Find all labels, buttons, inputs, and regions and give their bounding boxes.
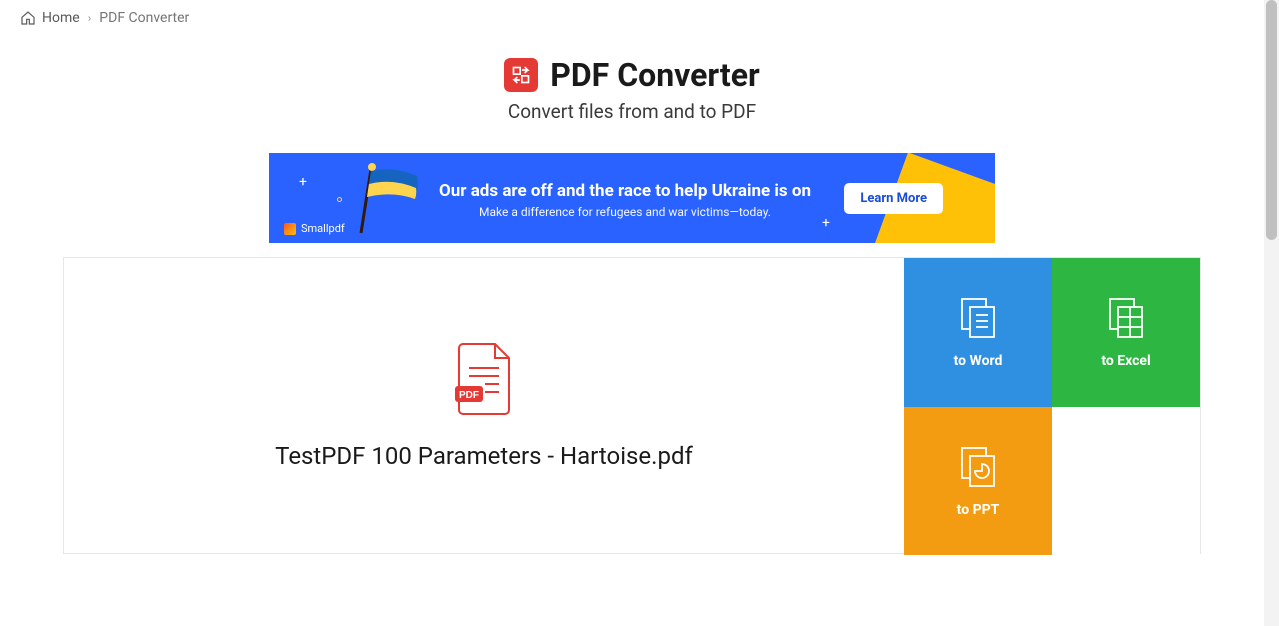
page-title: PDF Converter (550, 56, 759, 94)
decoration-plus: + (822, 215, 830, 231)
conversion-options: to Word to Excel to PPT (904, 258, 1200, 553)
page-subtitle: Convert files from and to PDF (0, 100, 1264, 123)
breadcrumb: Home › PDF Converter (0, 0, 1264, 36)
file-name: TestPDF 100 Parameters - Hartoise.pdf (275, 442, 693, 470)
decoration-plus: + (299, 174, 307, 190)
banner-brand: Smallpdf (284, 222, 345, 235)
promo-banner[interactable]: + + Smallpdf Our ads are off and the rac… (269, 153, 995, 243)
convert-to-word-button[interactable]: to Word (904, 258, 1052, 407)
learn-more-button[interactable]: Learn More (844, 183, 943, 214)
svg-text:PDF: PDF (459, 390, 479, 401)
smallpdf-icon (284, 223, 296, 235)
ukraine-flag-icon (349, 161, 439, 241)
convert-to-ppt-label: to PPT (957, 502, 1000, 518)
excel-doc-icon (1104, 295, 1148, 339)
home-icon (20, 10, 36, 26)
banner-text: Our ads are off and the race to help Ukr… (439, 181, 811, 219)
breadcrumb-current: PDF Converter (99, 10, 189, 26)
decoration-dot (337, 197, 342, 202)
breadcrumb-separator: › (88, 11, 92, 25)
breadcrumb-home-label: Home (42, 10, 80, 26)
convert-to-excel-button[interactable]: to Excel (1052, 258, 1200, 407)
pdf-file-icon: PDF (455, 342, 513, 420)
scrollbar-track (1264, 0, 1279, 626)
convert-to-ppt-button[interactable]: to PPT (904, 407, 1052, 556)
convert-to-word-label: to Word (954, 353, 1003, 369)
pdf-converter-icon (504, 58, 538, 92)
convert-to-excel-label: to Excel (1101, 353, 1150, 369)
ppt-doc-icon (956, 444, 1000, 488)
scrollbar-thumb[interactable] (1266, 0, 1277, 240)
file-drop-area[interactable]: PDF TestPDF 100 Parameters - Hartoise.pd… (64, 258, 904, 553)
banner-headline: Our ads are off and the race to help Ukr… (439, 181, 811, 201)
conversion-panel: PDF TestPDF 100 Parameters - Hartoise.pd… (63, 257, 1201, 554)
page-header: PDF Converter Convert files from and to … (0, 56, 1264, 123)
breadcrumb-home[interactable]: Home (20, 10, 80, 26)
banner-subtext: Make a difference for refugees and war v… (439, 205, 811, 219)
banner-brand-label: Smallpdf (301, 222, 345, 235)
word-doc-icon (956, 295, 1000, 339)
empty-tile (1052, 407, 1200, 556)
